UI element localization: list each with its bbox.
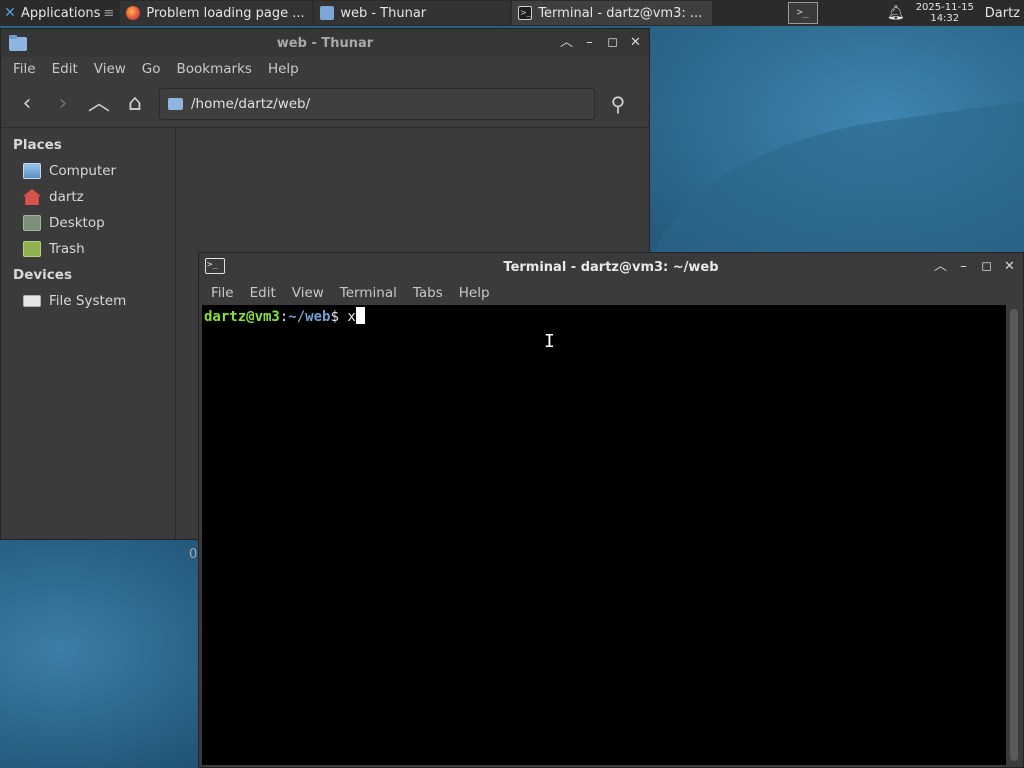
workspace-switcher[interactable]: >_ [785,0,821,26]
parent-folder-button[interactable]: ︿ [81,87,117,121]
shade-button[interactable]: ︿ [929,256,952,278]
home-icon [23,189,41,205]
folder-icon [320,6,335,20]
menu-view[interactable]: View [284,285,332,301]
menu-bookmarks[interactable]: Bookmarks [169,61,260,77]
search-icon[interactable]: ⚲ [603,89,633,119]
taskbar-item-label: Terminal - dartz@vm3: ... [538,5,703,21]
thunar-window-title: web - Thunar [276,35,374,51]
thunar-menubar: File Edit View Go Bookmarks Help [1,57,649,81]
firefox-icon [126,6,141,20]
terminal-scrollbar[interactable] [1010,309,1018,761]
prompt-line: dartz@vm3:~/web$ x [204,307,1004,327]
sidebar-item-label: dartz [49,189,84,205]
sidebar-item-home[interactable]: dartz [1,184,175,210]
clock-date: 2025-11-15 [915,2,974,13]
sidebar-heading-devices: Devices [13,267,72,283]
sidebar-item-label: Desktop [49,215,105,231]
minimize-button[interactable]: – [578,32,601,54]
computer-icon [23,163,41,179]
menu-file[interactable]: File [5,61,44,77]
sidebar-item-label: File System [49,293,127,309]
menu-file[interactable]: File [203,285,242,301]
menu-view[interactable]: View [86,61,134,77]
maximize-button[interactable]: ◻ [601,32,624,54]
menu-go[interactable]: Go [134,61,169,77]
home-button[interactable]: ⌂ [117,87,153,121]
drive-icon [23,295,41,307]
location-bar[interactable]: /home/dartz/web/ [159,88,595,120]
typed-command: x [338,309,356,325]
terminal-window: >_ Terminal - dartz@vm3: ~/web ︿ – ◻ ✕ F… [198,252,1024,768]
terminal-menubar: File Edit View Terminal Tabs Help [199,281,1023,305]
prompt-user: dartz@vm3 [204,309,280,325]
sidebar-item-filesystem[interactable]: File System [1,288,175,314]
taskbar-item-label: Problem loading page ... [146,5,305,21]
clock-time: 14:32 [930,13,960,24]
applications-label: Applications [21,5,101,21]
sidebar-item-trash[interactable]: Trash [1,236,175,262]
back-button[interactable]: ‹ [9,87,45,121]
menu-help[interactable]: Help [451,285,498,301]
status-text: 0 [189,546,198,562]
taskbar-item-terminal[interactable]: >_ Terminal - dartz@vm3: ... [512,1,713,25]
trash-icon [23,241,41,257]
top-panel: ✕ Applications ≡ Problem loading page ..… [0,0,1024,26]
xfce-logo-icon: ✕ [4,5,16,21]
applications-menu-button[interactable]: ✕ Applications ≡ [0,0,118,26]
user-menu[interactable]: Dartz [979,6,1024,21]
taskbar-item-thunar[interactable]: web - Thunar [314,1,511,25]
forward-button[interactable]: › [45,87,81,121]
minimize-button[interactable]: – [952,256,975,278]
taskbar-item-firefox[interactable]: Problem loading page ... [120,1,313,25]
terminal-window-icon[interactable]: >_ [205,258,225,276]
clock[interactable]: 2025-11-15 14:32 [911,2,979,24]
close-button[interactable]: ✕ [998,256,1021,278]
close-button[interactable]: ✕ [624,32,647,54]
menu-edit[interactable]: Edit [44,61,86,77]
menu-tabs[interactable]: Tabs [405,285,451,301]
terminal-output[interactable]: dartz@vm3:~/web$ x [202,305,1006,765]
maximize-button[interactable]: ◻ [975,256,998,278]
terminal-workspace-icon: >_ [787,2,818,24]
shade-button[interactable]: ︿ [555,32,578,54]
sidebar-heading-places: Places [13,137,62,153]
terminal-icon: >_ [518,6,533,20]
desktop-icon [23,215,41,231]
thunar-titlebar[interactable]: web - Thunar ︿ – ◻ ✕ [1,29,649,57]
menu-edit[interactable]: Edit [242,285,284,301]
sidebar-item-label: Computer [49,163,117,179]
prompt-path: ~/web [288,309,331,325]
terminal-window-title: Terminal - dartz@vm3: ~/web [503,259,719,275]
sidebar-item-label: Trash [49,241,85,257]
sidebar-item-computer[interactable]: Computer [1,158,175,184]
menu-help[interactable]: Help [260,61,307,77]
text-cursor [355,307,365,324]
prompt-dollar: $ [330,309,339,325]
notification-bell-icon[interactable]: 🔔︎ [881,5,911,21]
location-path: /home/dartz/web/ [191,96,311,112]
taskbar-item-label: web - Thunar [340,5,427,21]
sidebar: Places Computer dartz Desktop Trash Devi… [1,128,176,539]
thunar-toolbar: ‹ › ︿ ⌂ /home/dartz/web/ ⚲ [1,81,649,127]
terminal-titlebar[interactable]: >_ Terminal - dartz@vm3: ~/web ︿ – ◻ ✕ [199,253,1023,281]
sidebar-item-desktop[interactable]: Desktop [1,210,175,236]
folder-window-icon[interactable] [7,34,27,52]
menu-terminal[interactable]: Terminal [332,285,405,301]
ibeam-cursor-icon: I [544,331,555,352]
menu-separator-icon: ≡ [103,5,115,21]
folder-icon [168,98,183,110]
